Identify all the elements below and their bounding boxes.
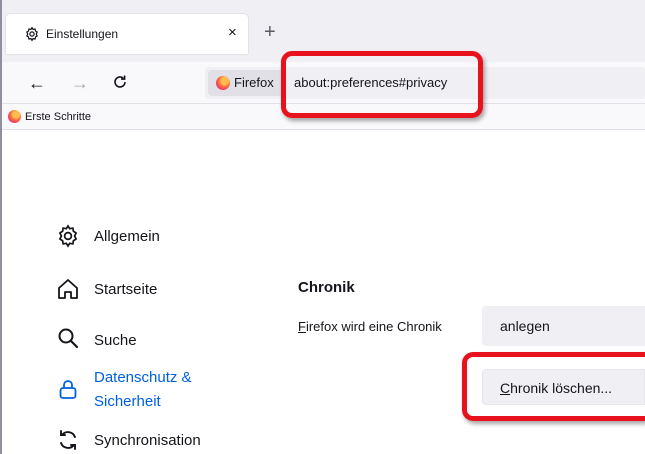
sidebar-item-synchronisation[interactable]: Synchronisation bbox=[56, 426, 226, 454]
highlight-url bbox=[281, 51, 483, 118]
tab-settings[interactable]: Einstellungen × bbox=[6, 14, 248, 54]
search-icon bbox=[58, 328, 79, 349]
reload-icon bbox=[114, 75, 126, 88]
forward-button[interactable]: → bbox=[71, 73, 89, 93]
tab-title: Einstellungen bbox=[46, 27, 119, 41]
home-icon bbox=[58, 279, 78, 299]
sidebar-item-allgemein[interactable]: Allgemein bbox=[56, 222, 186, 252]
identity-label: Firefox bbox=[234, 75, 274, 90]
new-tab-button[interactable]: + bbox=[264, 21, 276, 43]
history-label-text: irefox wird eine Chronik bbox=[305, 319, 442, 334]
gear-icon bbox=[26, 26, 38, 42]
sidebar-item-label: Suche bbox=[94, 332, 137, 349]
sidebar-item-datenschutz[interactable]: Datenschutz & Sicherheit bbox=[56, 369, 216, 413]
sidebar-item-label: Startseite bbox=[94, 281, 158, 298]
sidebar-item-label-line2: Sicherheit bbox=[94, 393, 161, 410]
history-mode-value: anlegen bbox=[500, 318, 550, 334]
sidebar-item-label-line1: Datenschutz & bbox=[94, 369, 192, 386]
firefox-icon bbox=[8, 110, 21, 123]
history-label-accesskey: F bbox=[298, 319, 306, 334]
highlight-clear-button bbox=[462, 352, 645, 421]
tab-close-icon[interactable]: × bbox=[228, 24, 237, 42]
identity-box[interactable]: Firefox bbox=[208, 70, 286, 96]
sidebar-item-label: Synchronisation bbox=[94, 432, 201, 449]
sidebar-item-label: Allgemein bbox=[94, 228, 160, 245]
sidebar-item-suche[interactable]: Suche bbox=[56, 324, 186, 354]
sidebar-item-startseite[interactable]: Startseite bbox=[56, 275, 186, 305]
firefox-icon bbox=[216, 76, 230, 90]
history-mode-select[interactable]: anlegen bbox=[482, 306, 645, 346]
history-heading: Chronik bbox=[298, 279, 355, 296]
sync-icon bbox=[60, 430, 76, 450]
back-button[interactable]: ← bbox=[28, 73, 46, 93]
reload-button[interactable] bbox=[112, 72, 128, 94]
history-mode-label: Firefox wird eine Chronik bbox=[298, 319, 442, 334]
bookmark-erste-schritte[interactable]: Erste Schritte bbox=[25, 111, 91, 123]
gear-icon bbox=[58, 224, 78, 248]
lock-icon bbox=[59, 380, 77, 399]
